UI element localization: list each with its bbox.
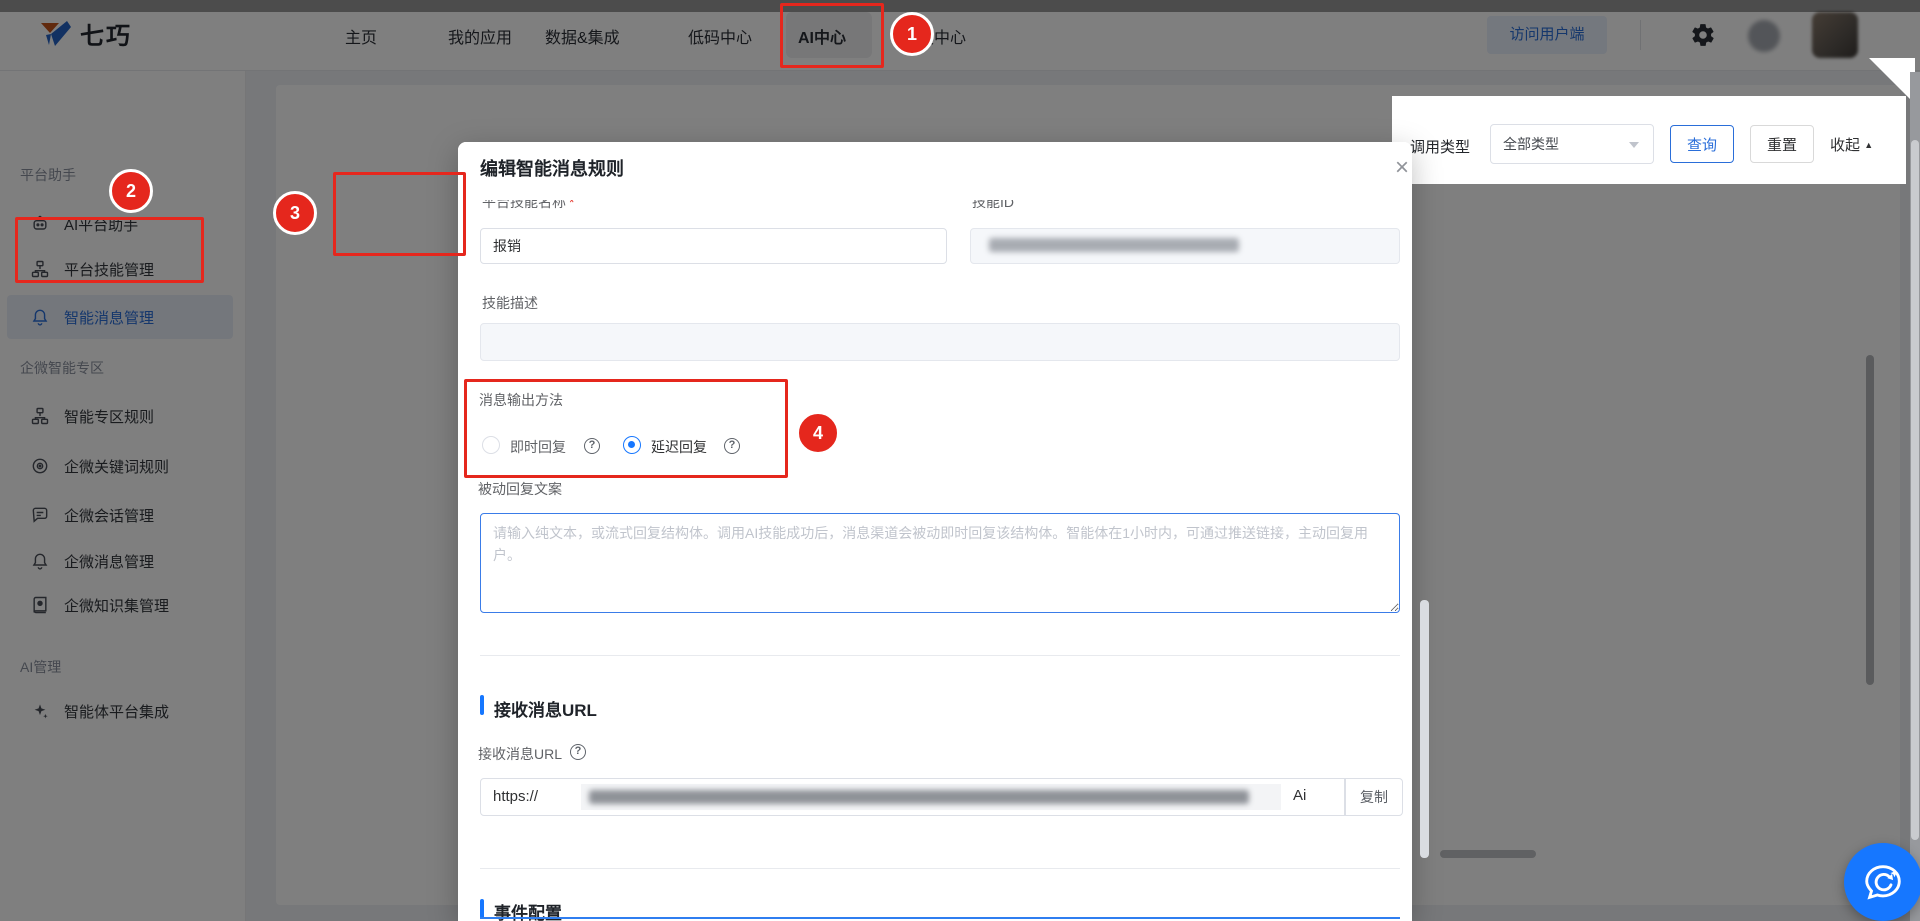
section-accent-bar <box>480 695 484 715</box>
question-icon[interactable]: ? <box>570 744 586 760</box>
skill-name-input[interactable] <box>480 228 947 264</box>
skill-id-input-disabled <box>970 228 1400 264</box>
chevron-down-icon <box>1629 142 1639 148</box>
receive-url-label: 接收消息URL <box>478 744 562 764</box>
annotation-box-2 <box>15 217 204 283</box>
annotation-badge-1: 1 <box>890 12 934 56</box>
filter-type-label: 调用类型 <box>1410 136 1470 157</box>
annotation-badge-3: 3 <box>273 191 317 235</box>
app-root: 七巧 主页我的应用数据&集成低码中心AI中心模版中心 访问用户端 平台助手AI平… <box>0 0 1920 921</box>
page-scrollbar-thumb[interactable] <box>1911 140 1919 840</box>
filter-right-group: 调用类型 全部类型 查询 重置 收起 ▲ <box>1392 96 1906 184</box>
passive-reply-label: 被动回复文案 <box>478 479 562 499</box>
section-accent-bar <box>480 899 484 919</box>
close-icon[interactable]: × <box>1388 154 1412 182</box>
modal-header: 编辑智能消息规则 × <box>458 142 1412 200</box>
passive-reply-textarea[interactable] <box>480 513 1400 613</box>
clipped-focused-field-edge <box>480 917 1400 919</box>
annotation-box-4 <box>464 379 788 478</box>
annotation-badge-4: 4 <box>796 411 840 455</box>
copy-url-button[interactable]: 复制 <box>1345 778 1403 816</box>
skill-desc-label: 技能描述 <box>482 293 538 313</box>
chat-refresh-icon <box>1860 859 1906 905</box>
modal-title: 编辑智能消息规则 <box>480 155 624 181</box>
annotation-badge-2: 2 <box>109 169 153 213</box>
redacted-url <box>589 790 1249 804</box>
annotation-box-3 <box>333 172 466 256</box>
receive-url-input[interactable]: https:// Ai <box>480 778 1345 816</box>
annotation-box-1 <box>780 3 884 68</box>
skill-desc-input-disabled <box>480 323 1400 361</box>
edit-rule-modal: 平台技能名称* 技能ID 编辑智能消息规则 × 技能描述 消息输出方法 即时回复… <box>458 142 1412 921</box>
modal-scrollbar-thumb[interactable] <box>1420 600 1429 858</box>
collapse-toggle[interactable]: 收起 ▲ <box>1830 134 1873 155</box>
section-divider <box>480 655 1400 656</box>
reset-button[interactable]: 重置 <box>1750 125 1814 163</box>
section-divider <box>480 868 1400 869</box>
filter-type-select[interactable]: 全部类型 <box>1490 124 1654 164</box>
chevron-up-icon: ▲ <box>1864 140 1873 150</box>
redacted-url-area <box>581 784 1281 810</box>
redacted-skill-id <box>989 238 1239 252</box>
url-prefix: https:// <box>493 788 538 805</box>
search-button[interactable]: 查询 <box>1670 125 1734 163</box>
receive-url-section-title: 接收消息URL <box>494 696 597 721</box>
chat-assistant-fab[interactable] <box>1844 843 1920 921</box>
url-suffix: Ai <box>1293 787 1306 804</box>
